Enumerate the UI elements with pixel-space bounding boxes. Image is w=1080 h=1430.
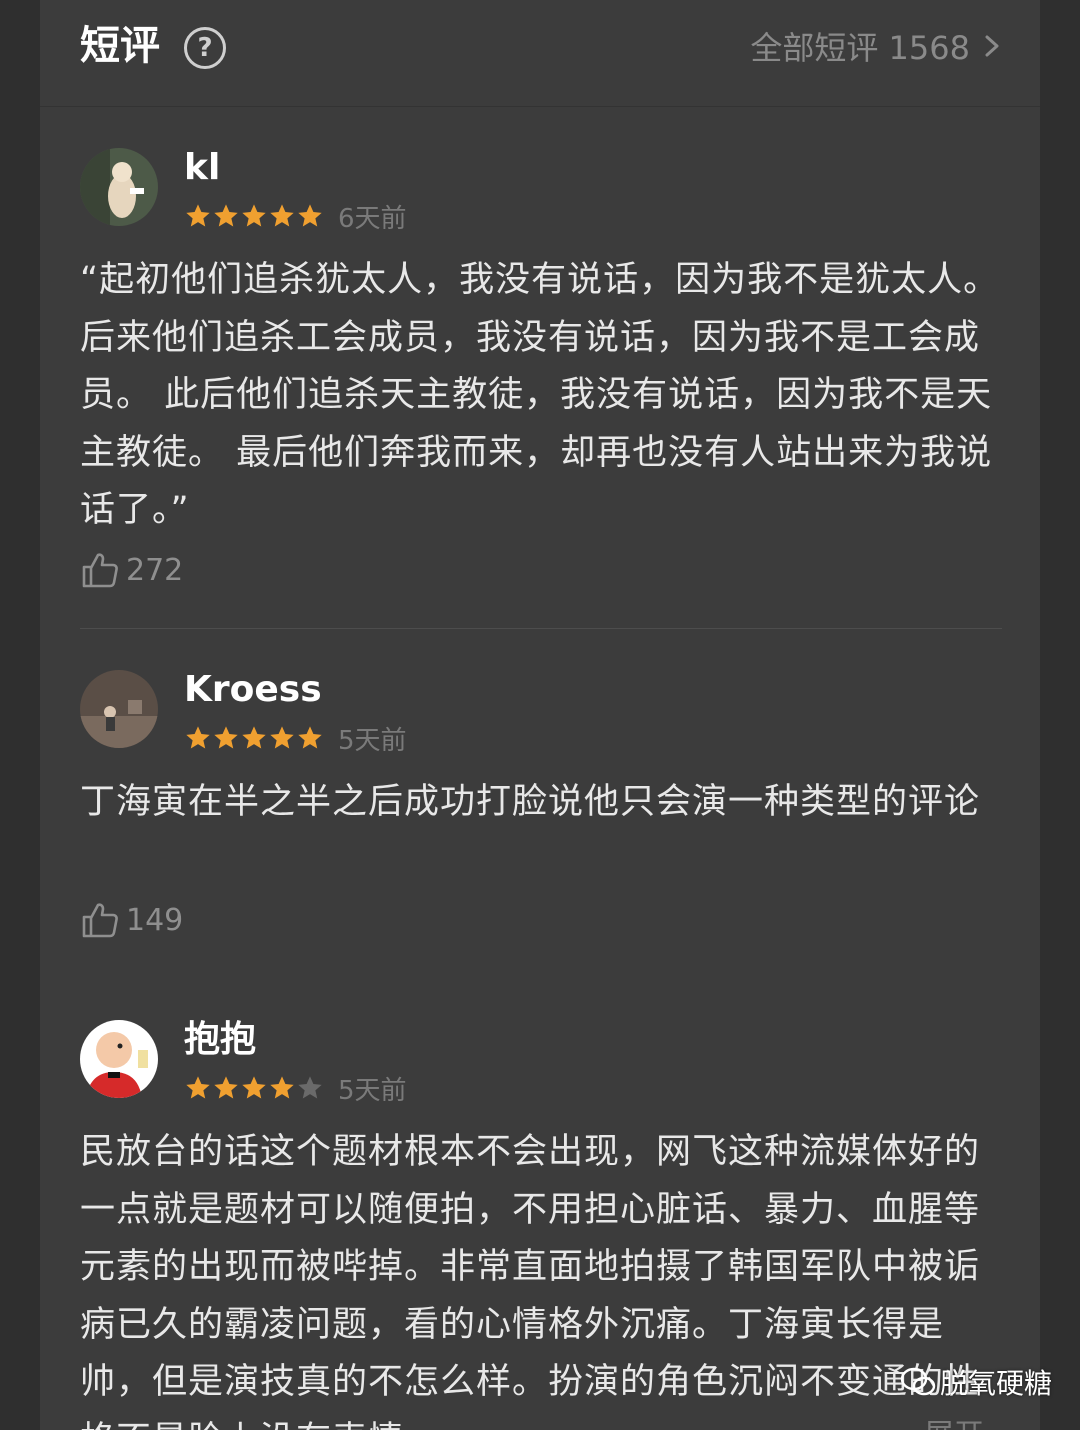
star-icon bbox=[214, 204, 238, 227]
star-icon bbox=[186, 1076, 210, 1099]
like-count: 149 bbox=[126, 902, 184, 938]
star-rating bbox=[184, 202, 324, 230]
star-icon bbox=[214, 1076, 238, 1099]
wechat-icon bbox=[900, 1367, 936, 1396]
review-text: 丁海寅在半之半之后成功打脸说他只会演一种类型的评论 bbox=[80, 782, 981, 822]
review-text: 民放台的话这个题材根本不会出现，网飞这种流媒体好的一点就是题材可以随便拍，不用担… bbox=[80, 1132, 981, 1430]
review-time: 5天前 bbox=[338, 725, 407, 756]
review-time: 5天前 bbox=[338, 1075, 407, 1106]
reviews-header: 短评 ? 全部短评 1568 bbox=[40, 0, 1040, 107]
star-icon bbox=[242, 726, 266, 749]
star-icon bbox=[270, 1076, 294, 1099]
like-count: 272 bbox=[126, 552, 184, 588]
username[interactable]: Kroess bbox=[184, 668, 322, 712]
username[interactable]: 抱抱 bbox=[184, 1018, 256, 1062]
star-rating bbox=[184, 724, 324, 752]
rating-row: 5天前 bbox=[184, 718, 407, 758]
star-rating bbox=[184, 1074, 324, 1102]
star-icon bbox=[186, 726, 210, 749]
avatar[interactable] bbox=[80, 148, 158, 226]
star-icon bbox=[298, 726, 322, 749]
all-reviews-link[interactable]: 全部短评 1568 bbox=[750, 24, 1002, 68]
star-icon bbox=[242, 1076, 266, 1099]
rating-row: 6天前 bbox=[184, 196, 407, 236]
username[interactable]: kl bbox=[184, 146, 220, 190]
star-icon bbox=[242, 204, 266, 227]
review-item: kl 6天前 “起初他们追杀犹太人，我没有说话，因为我不是犹太人。 后来他们追杀… bbox=[80, 146, 1002, 598]
star-icon bbox=[214, 726, 238, 749]
short-reviews-panel: 短评 ? 全部短评 1568 kl 6天前 “起初他们追杀犹太人，我没有说话，因… bbox=[40, 0, 1040, 1430]
watermark: 脱氧硬糖 bbox=[900, 1362, 1052, 1402]
avatar[interactable] bbox=[80, 1020, 158, 1098]
question-circle-icon[interactable]: ? bbox=[184, 27, 226, 69]
section-title: 短评 bbox=[80, 23, 160, 69]
avatar[interactable] bbox=[80, 670, 158, 748]
rating-row: 5天前 bbox=[184, 1068, 407, 1108]
expand-link[interactable]: 展开 bbox=[924, 1410, 984, 1430]
divider bbox=[80, 628, 1002, 629]
chevron-right-icon bbox=[985, 35, 999, 57]
all-reviews-label: 全部短评 1568 bbox=[750, 29, 970, 67]
like-button[interactable]: 272 bbox=[80, 550, 183, 590]
star-icon bbox=[298, 1076, 322, 1099]
review-text: “起初他们追杀犹太人，我没有说话，因为我不是犹太人。 后来他们追杀工会成员，我没… bbox=[80, 260, 1000, 530]
star-icon bbox=[186, 204, 210, 227]
review-item: 抱抱 5天前 民放台的话这个题材根本不会出现，网飞这种流媒体好的一点就是题材可以… bbox=[80, 1018, 1002, 1430]
star-icon bbox=[270, 204, 294, 227]
watermark-text: 脱氧硬糖 bbox=[940, 1367, 1053, 1400]
like-button[interactable]: 149 bbox=[80, 900, 183, 940]
star-icon bbox=[298, 204, 322, 227]
review-item: Kroess 5天前 丁海寅在半之半之后成功打脸说他只会演一种类型的评论 149 bbox=[80, 668, 1002, 950]
review-time: 6天前 bbox=[338, 203, 407, 234]
star-icon bbox=[270, 726, 294, 749]
thumbs-up-icon bbox=[82, 903, 118, 938]
thumbs-up-icon bbox=[82, 553, 118, 588]
